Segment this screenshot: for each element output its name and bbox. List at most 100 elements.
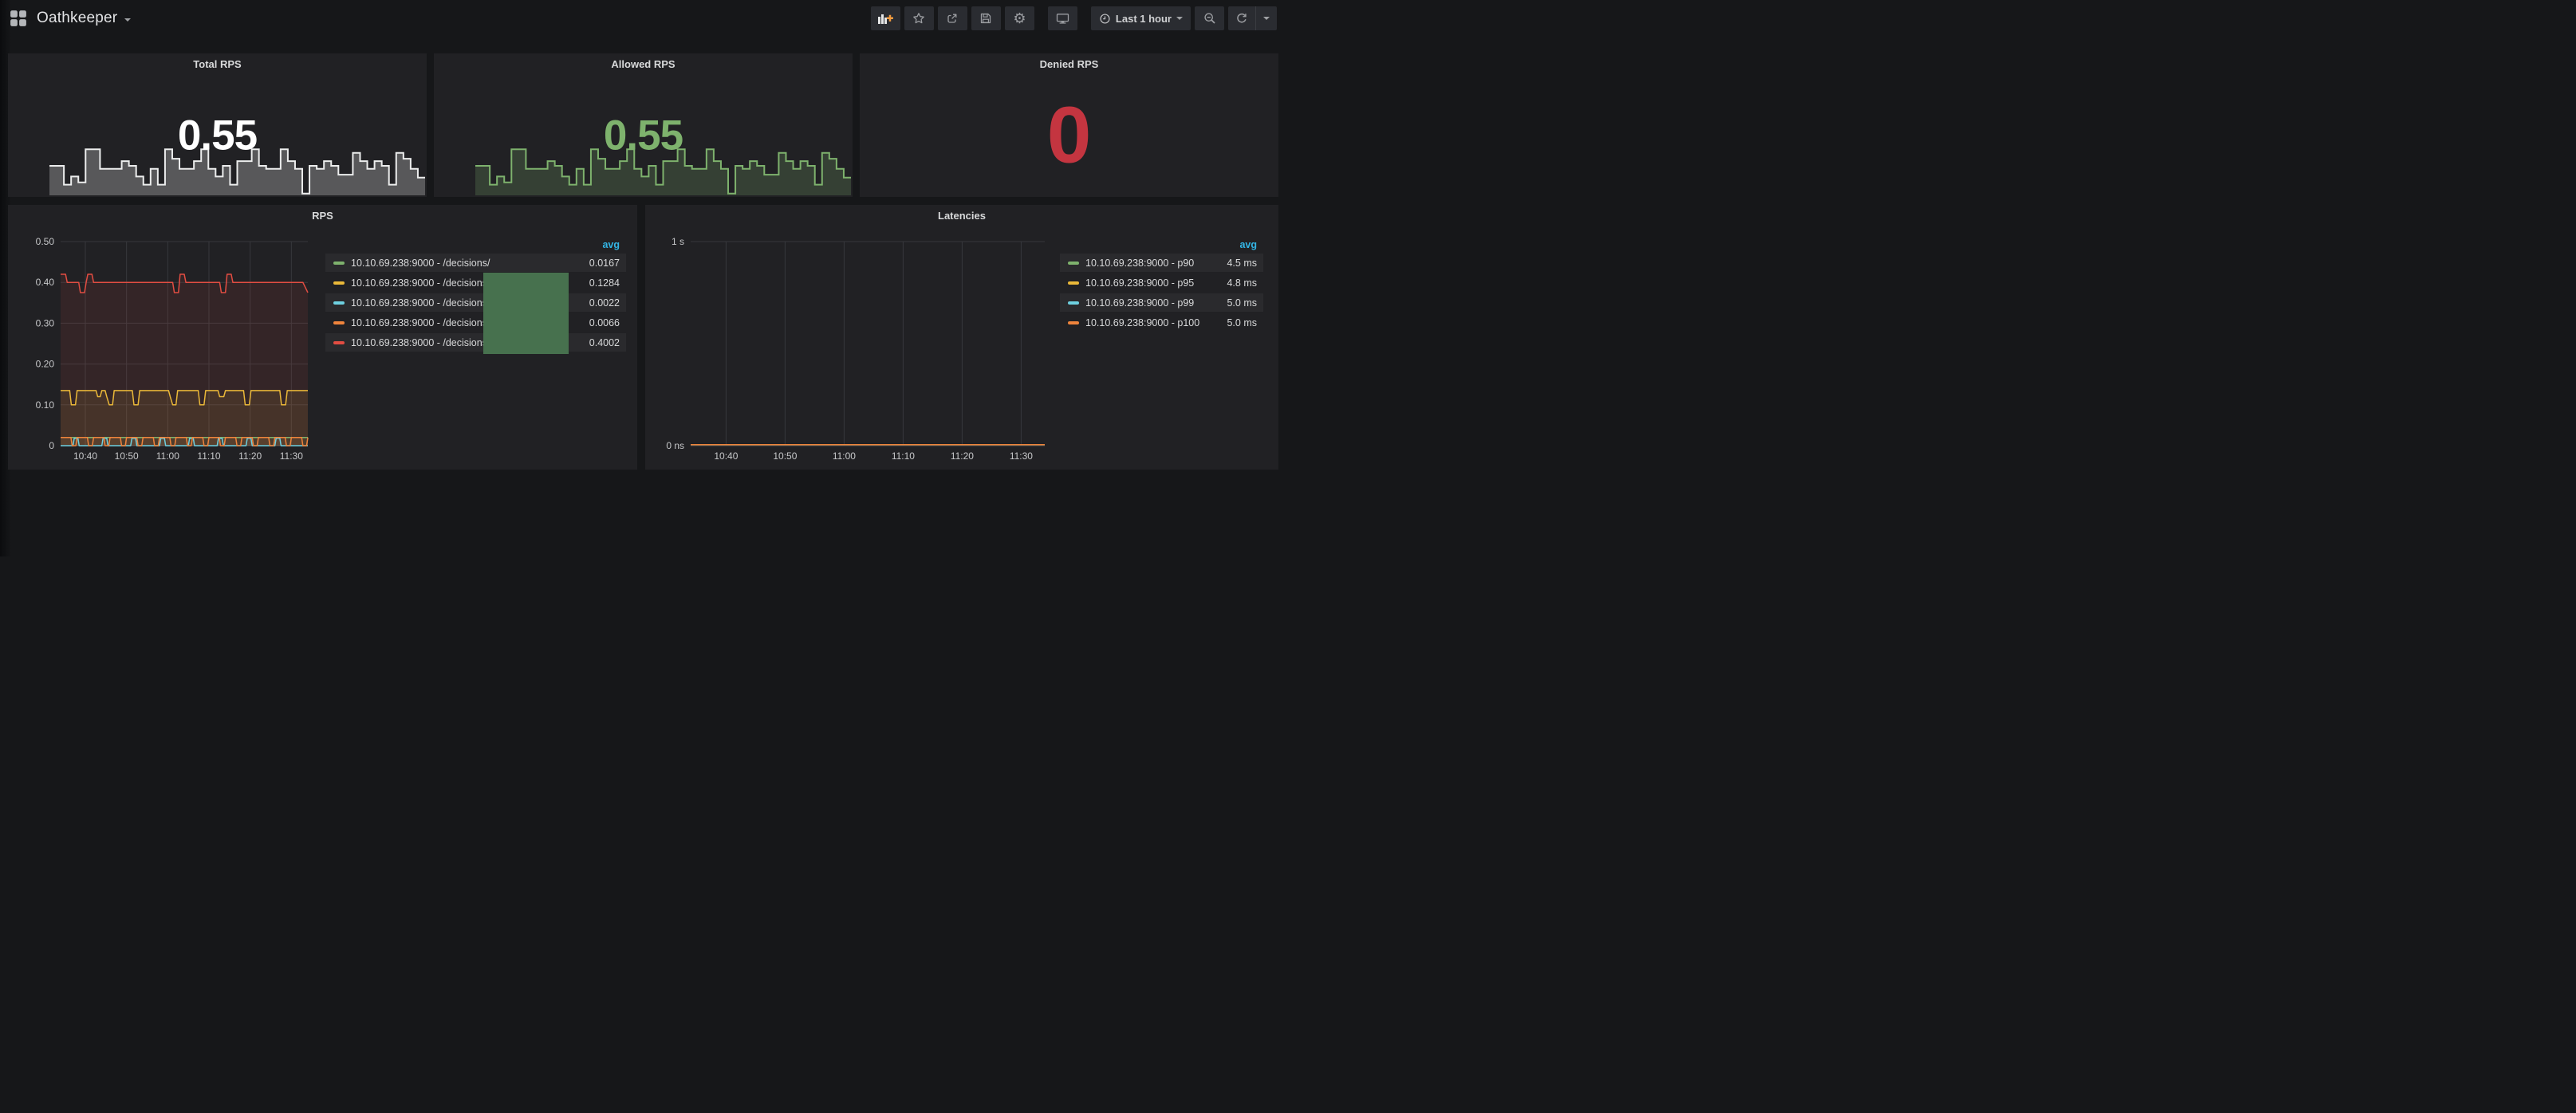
panel-total-rps: Total RPS 0.55 bbox=[8, 53, 427, 197]
legend-row[interactable]: 10.10.69.238:9000 - /decisions/0.0022 bbox=[325, 293, 626, 312]
stat-value: 0 bbox=[860, 90, 1278, 182]
legend-row[interactable]: 10.10.69.238:9000 - /decisions/0.1284 bbox=[325, 273, 626, 292]
svg-text:0.50: 0.50 bbox=[36, 236, 55, 247]
chevron-down-icon bbox=[124, 18, 131, 22]
dashboard-title-text: Oathkeeper bbox=[37, 10, 117, 27]
series-avg-value: 4.5 ms bbox=[1206, 258, 1257, 269]
settings-gear-icon: ⚙ bbox=[1013, 12, 1026, 25]
svg-text:0.30: 0.30 bbox=[36, 317, 55, 328]
svg-text:11:20: 11:20 bbox=[951, 450, 974, 462]
series-color-swatch bbox=[1068, 301, 1079, 305]
panel-title[interactable]: Allowed RPS bbox=[434, 58, 853, 70]
svg-text:10:50: 10:50 bbox=[773, 450, 797, 462]
series-name: 10.10.69.238:9000 - p100 bbox=[1085, 317, 1206, 328]
time-range-label: Last 1 hour bbox=[1116, 13, 1172, 25]
refresh-icon bbox=[1235, 12, 1248, 25]
zoom-out-icon bbox=[1203, 12, 1216, 25]
zoom-out-button[interactable] bbox=[1195, 6, 1224, 30]
svg-text:11:10: 11:10 bbox=[197, 450, 220, 462]
panel-allowed-rps: Allowed RPS 0.55 bbox=[434, 53, 853, 197]
series-avg-value: 5.0 ms bbox=[1206, 297, 1257, 309]
svg-text:10:40: 10:40 bbox=[714, 450, 738, 462]
brand-area: Oathkeeper bbox=[10, 10, 131, 27]
series-avg-value: 5.0 ms bbox=[1206, 317, 1257, 328]
svg-text:1 s: 1 s bbox=[672, 236, 684, 247]
chevron-down-icon bbox=[1263, 17, 1270, 20]
toolbar: ⚙ Last 1 hour bbox=[867, 6, 1277, 30]
rps-legend: avg 10.10.69.238:9000 - /decisions/0.016… bbox=[325, 237, 626, 353]
refresh-interval-dropdown[interactable] bbox=[1255, 6, 1277, 30]
panel-rps-graph: RPS 0.500.400.300.200.10010:4010:5011:00… bbox=[8, 205, 637, 470]
legend-row[interactable]: 10.10.69.238:9000 - /decisions/0.0066 bbox=[325, 313, 626, 332]
settings-button[interactable]: ⚙ bbox=[1005, 6, 1034, 30]
star-icon bbox=[912, 12, 925, 25]
share-icon bbox=[946, 12, 959, 25]
add-panel-icon bbox=[877, 12, 893, 25]
legend-rows: 10.10.69.238:9000 - /decisions/0.016710.… bbox=[325, 254, 626, 352]
series-avg-value: 0.0022 bbox=[569, 297, 620, 309]
series-color-swatch bbox=[333, 262, 345, 265]
series-avg-value: 0.0167 bbox=[569, 258, 620, 269]
series-name: 10.10.69.238:9000 - p95 bbox=[1085, 277, 1206, 289]
save-button[interactable] bbox=[971, 6, 1001, 30]
svg-text:0: 0 bbox=[49, 440, 54, 451]
refresh-button[interactable] bbox=[1228, 6, 1255, 30]
svg-text:11:30: 11:30 bbox=[1010, 450, 1033, 462]
series-avg-value: 0.4002 bbox=[569, 337, 620, 348]
svg-text:0.20: 0.20 bbox=[36, 359, 55, 370]
series-name: 10.10.69.238:9000 - p90 bbox=[1085, 258, 1206, 269]
legend-avg-header[interactable]: avg bbox=[1060, 237, 1263, 254]
series-color-swatch bbox=[333, 321, 345, 324]
panel-title[interactable]: Latencies bbox=[645, 210, 1278, 222]
legend-rows: 10.10.69.238:9000 - p904.5 ms10.10.69.23… bbox=[1060, 254, 1263, 332]
legend-overlay-rectangle bbox=[483, 273, 569, 354]
cycle-view-button[interactable] bbox=[1048, 6, 1077, 30]
svg-text:11:10: 11:10 bbox=[892, 450, 915, 462]
dashboards-grid-icon[interactable] bbox=[10, 10, 27, 27]
clock-icon bbox=[1099, 13, 1111, 25]
legend-row[interactable]: 10.10.69.238:9000 - /decisions/0.4002 bbox=[325, 333, 626, 352]
panel-title[interactable]: RPS bbox=[8, 210, 637, 222]
svg-text:10:50: 10:50 bbox=[115, 450, 139, 462]
legend-row[interactable]: 10.10.69.238:9000 - p995.0 ms bbox=[1060, 293, 1263, 312]
tv-kiosk-icon bbox=[1056, 12, 1069, 25]
series-color-swatch bbox=[333, 281, 345, 285]
panel-title[interactable]: Total RPS bbox=[8, 58, 427, 70]
latencies-legend: avg 10.10.69.238:9000 - p904.5 ms10.10.6… bbox=[1060, 237, 1263, 333]
series-color-swatch bbox=[1068, 262, 1079, 265]
grid-icon bbox=[10, 10, 27, 27]
legend-row[interactable]: 10.10.69.238:9000 - p954.8 ms bbox=[1060, 273, 1263, 292]
svg-text:11:20: 11:20 bbox=[238, 450, 262, 462]
svg-text:11:00: 11:00 bbox=[156, 450, 179, 462]
add-panel-button[interactable] bbox=[871, 6, 900, 30]
time-range-picker[interactable]: Last 1 hour bbox=[1091, 6, 1191, 30]
series-avg-value: 0.1284 bbox=[569, 277, 620, 289]
dashboard-title[interactable]: Oathkeeper bbox=[37, 10, 131, 27]
panel-denied-rps: Denied RPS 0 bbox=[860, 53, 1278, 197]
stat-value: 0.55 bbox=[8, 112, 427, 160]
panel-latencies-graph: Latencies 1 s 0 ns 10:40 10:50 11:00 11:10 11:… bbox=[645, 205, 1278, 470]
series-name: 10.10.69.238:9000 - /decisions/ bbox=[351, 258, 569, 269]
star-button[interactable] bbox=[904, 6, 934, 30]
series-name: 10.10.69.238:9000 - p99 bbox=[1085, 297, 1206, 309]
svg-text:0 ns: 0 ns bbox=[666, 440, 684, 451]
svg-text:11:30: 11:30 bbox=[280, 450, 303, 462]
refresh-button-group bbox=[1228, 6, 1277, 30]
series-avg-value: 4.8 ms bbox=[1206, 277, 1257, 289]
series-color-swatch bbox=[1068, 321, 1079, 324]
svg-text:0.40: 0.40 bbox=[36, 277, 55, 288]
svg-text:0.10: 0.10 bbox=[36, 399, 55, 411]
series-color-swatch bbox=[1068, 281, 1079, 285]
legend-row[interactable]: 10.10.69.238:9000 - /decisions/0.0167 bbox=[325, 254, 626, 272]
series-avg-value: 0.0066 bbox=[569, 317, 620, 328]
share-button[interactable] bbox=[938, 6, 967, 30]
save-icon bbox=[979, 12, 992, 25]
legend-row[interactable]: 10.10.69.238:9000 - p904.5 ms bbox=[1060, 254, 1263, 272]
chevron-down-icon bbox=[1176, 17, 1183, 20]
legend-avg-header[interactable]: avg bbox=[325, 237, 626, 254]
panel-title[interactable]: Denied RPS bbox=[860, 58, 1278, 70]
legend-row[interactable]: 10.10.69.238:9000 - p1005.0 ms bbox=[1060, 313, 1263, 332]
svg-text:11:00: 11:00 bbox=[833, 450, 856, 462]
series-color-swatch bbox=[333, 341, 345, 344]
series-color-swatch bbox=[333, 301, 345, 305]
